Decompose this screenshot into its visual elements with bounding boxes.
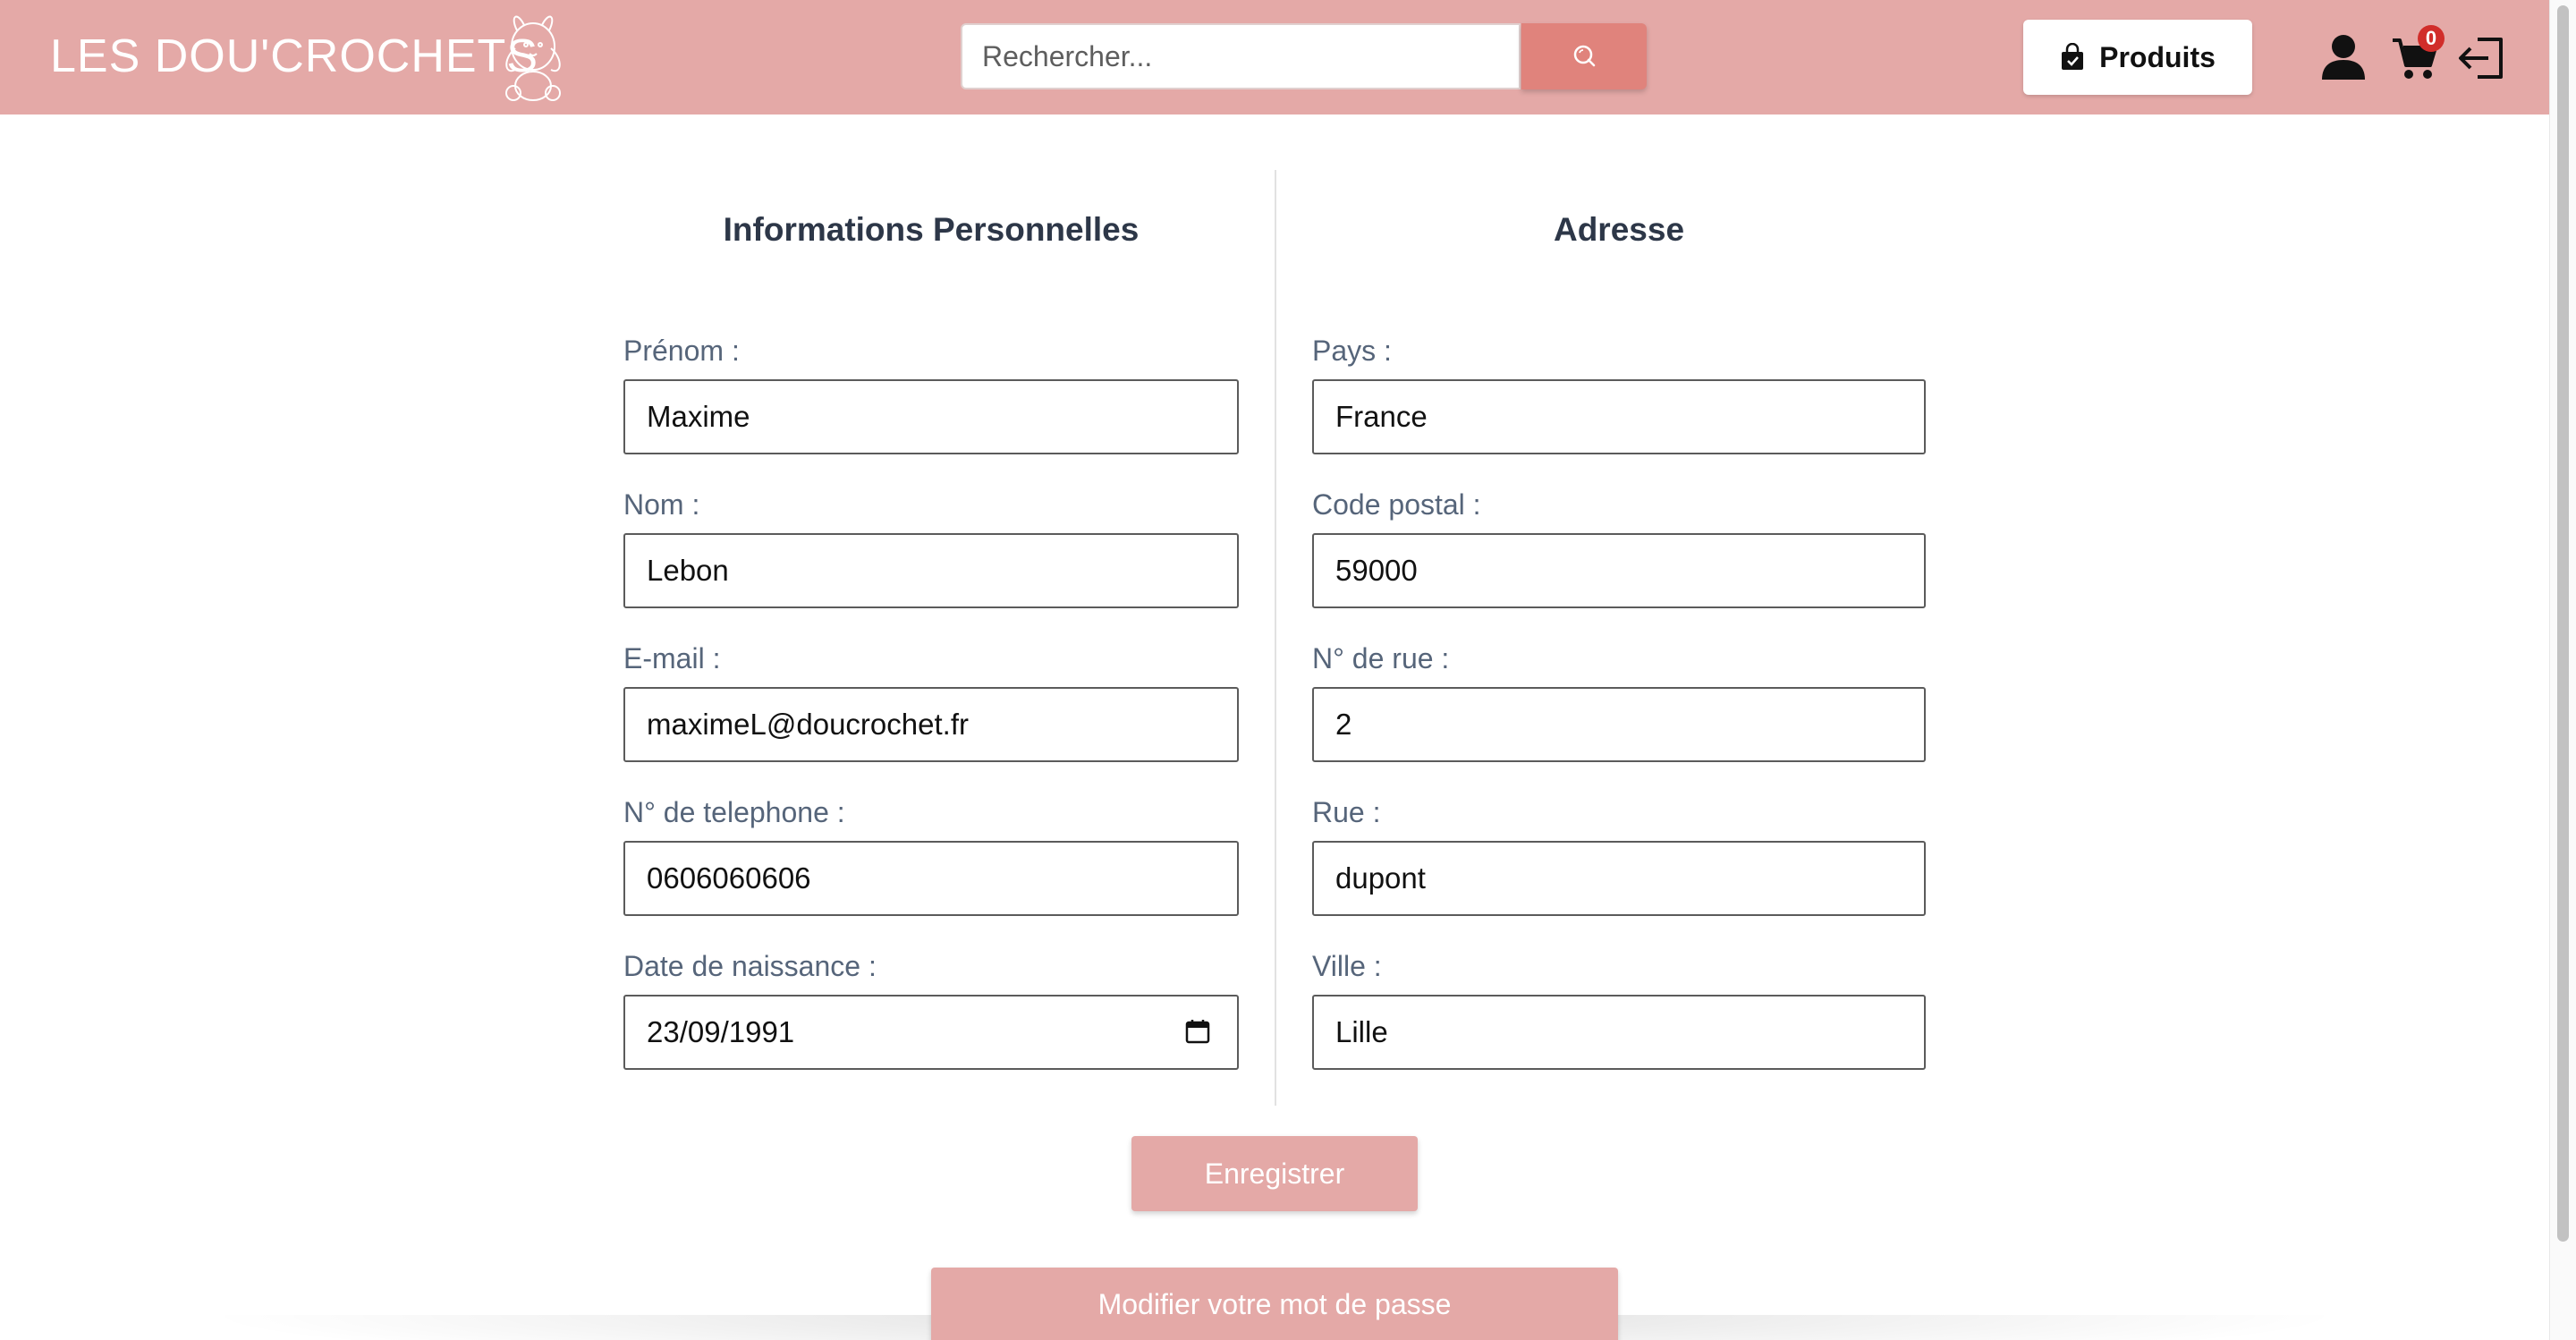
last-name-input[interactable]: [623, 533, 1239, 608]
first-name-label: Prénom :: [623, 335, 740, 367]
user-icon: [2322, 35, 2365, 80]
logo-text: LES DOU'CROCHETS: [50, 30, 539, 82]
products-button[interactable]: Produits: [2023, 20, 2252, 95]
bunny-logo-icon: [505, 15, 561, 101]
city-label: Ville :: [1312, 950, 1382, 982]
calendar-icon[interactable]: [1184, 1018, 1211, 1045]
logout-button[interactable]: [2456, 32, 2508, 84]
search-button[interactable]: [1521, 23, 1647, 89]
search-input[interactable]: [961, 23, 1521, 89]
first-name-input[interactable]: [623, 379, 1239, 454]
column-divider: [1275, 170, 1276, 1106]
products-label: Produits: [2099, 40, 2216, 73]
shopping-bag-icon: [2062, 43, 2084, 70]
street-number-input[interactable]: [1312, 687, 1926, 762]
street-number-label: N° de rue :: [1312, 642, 1450, 674]
street-input[interactable]: [1312, 841, 1926, 916]
app: LES DOU'CROCHETS Rechercher... Produits …: [0, 0, 2549, 1340]
country-label: Pays :: [1312, 335, 1392, 367]
last-name-label: Nom :: [623, 488, 700, 521]
postal-code-input[interactable]: [1312, 533, 1926, 608]
country-input[interactable]: [1312, 379, 1926, 454]
email-label: E-mail :: [623, 642, 721, 674]
postal-code-label: Code postal :: [1312, 488, 1481, 521]
birthdate-input[interactable]: [623, 995, 1239, 1070]
city-input[interactable]: [1312, 995, 1926, 1070]
header: LES DOU'CROCHETS Rechercher... Produits …: [0, 0, 2549, 114]
street-label: Rue :: [1312, 796, 1381, 828]
phone-label: N° de telephone :: [623, 796, 845, 828]
logout-icon: [2459, 38, 2503, 79]
save-button[interactable]: Enregistrer: [1131, 1136, 1418, 1211]
personal-info-title: Informations Personnelles: [723, 211, 1140, 248]
account-button[interactable]: [2318, 32, 2368, 82]
phone-input[interactable]: [623, 841, 1239, 916]
scrollbar[interactable]: [2549, 0, 2576, 1340]
birthdate-label: Date de naissance :: [623, 950, 877, 982]
change-password-button[interactable]: Modifier votre mot de passe: [931, 1268, 1618, 1340]
search-icon: [1573, 45, 1596, 67]
scrollbar-thumb[interactable]: [2557, 5, 2569, 1242]
address-title: Adresse: [1553, 211, 1685, 248]
cart-count-badge: 0: [2418, 25, 2445, 52]
email-input[interactable]: [623, 687, 1239, 762]
logo[interactable]: LES DOU'CROCHETS: [50, 15, 561, 101]
